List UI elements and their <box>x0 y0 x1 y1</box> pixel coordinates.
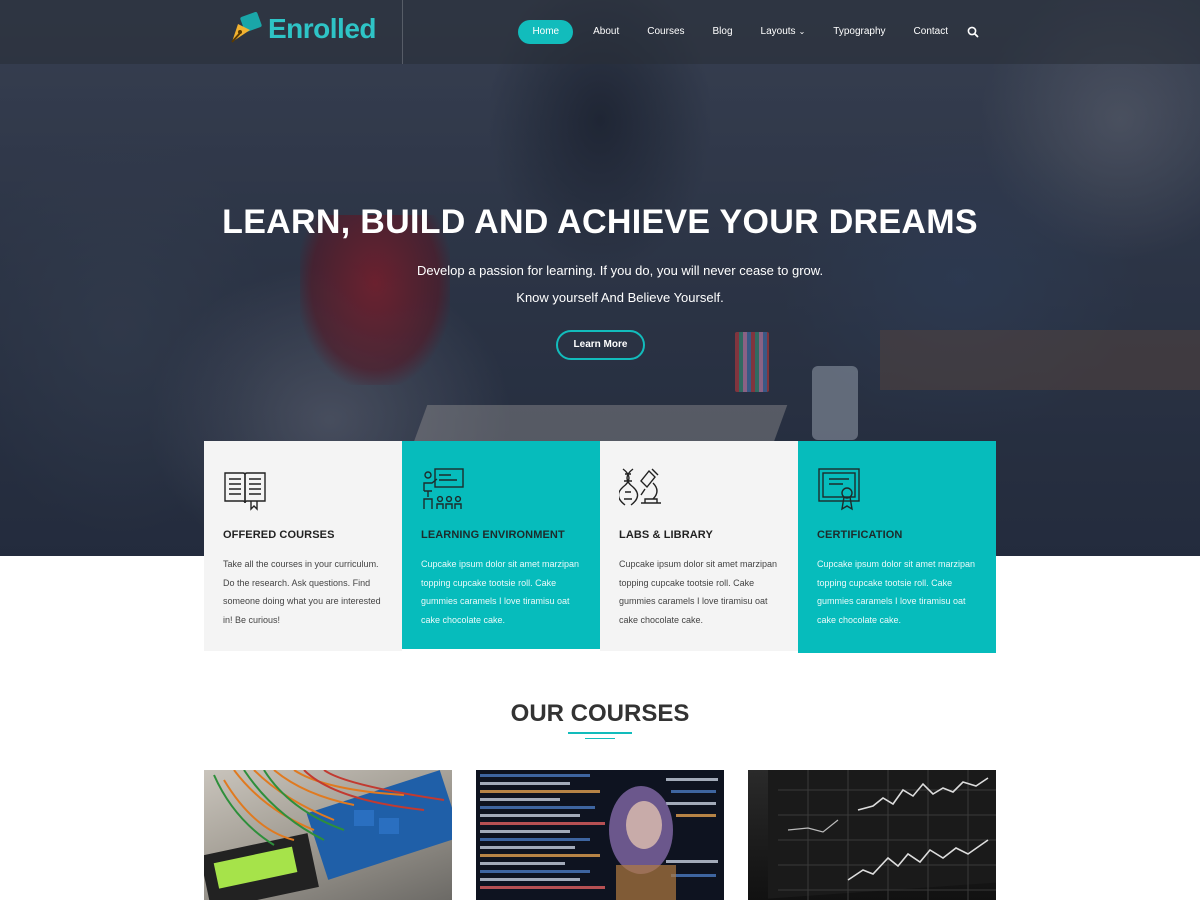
feature-text: Cupcake ipsum dolor sit amet marzipan to… <box>421 559 580 625</box>
feature-title: LABS & LIBRARY <box>619 529 713 541</box>
feature-title: CERTIFICATION <box>817 529 903 541</box>
hero-subtitle: Develop a passion for learning. If you d… <box>416 263 824 278</box>
dna-microscope-icon <box>619 468 661 506</box>
title-underline <box>585 738 615 739</box>
feature-text: Take all the courses in your curriculum.… <box>223 559 381 625</box>
course-card-electronics[interactable] <box>204 770 452 900</box>
search-icon[interactable] <box>966 25 980 39</box>
nav-item-home[interactable]: Home <box>518 20 574 44</box>
feature-card: LEARNING ENVIRONMENT Cupcake ipsum dolor… <box>402 441 600 649</box>
feature-text: Cupcake ipsum dolor sit amet marzipan to… <box>817 559 976 625</box>
course-card-finance[interactable] <box>748 770 996 900</box>
header-divider <box>402 0 403 64</box>
course-card-ai[interactable] <box>476 770 724 900</box>
chevron-down-icon: ⌄ <box>798 27 806 36</box>
hero-title: LEARN, BUILD AND ACHIEVE YOUR DREAMS <box>222 203 978 241</box>
main-nav: Home About Courses Blog Layouts ⌄ Typogra… <box>518 20 980 44</box>
classroom-icon <box>423 468 464 509</box>
feature-title: OFFERED COURSES <box>223 529 335 541</box>
feature-text: Cupcake ipsum dolor sit amet marzipan to… <box>619 559 778 625</box>
nav-item-about[interactable]: About <box>579 20 633 44</box>
hero-subtitle: Know yourself And Believe Yourself. <box>516 290 724 305</box>
learn-more-button[interactable]: Learn More <box>556 330 645 360</box>
nav-item-layouts-label: Layouts <box>760 26 796 37</box>
nav-item-blog[interactable]: Blog <box>699 20 747 44</box>
nav-item-layouts[interactable]: Layouts ⌄ <box>747 20 820 44</box>
course-image-ai <box>480 774 718 900</box>
course-image-finance <box>768 770 996 900</box>
feature-card: OFFERED COURSES Take all the courses in … <box>204 441 402 651</box>
feature-card: LABS & LIBRARY Cupcake ipsum dolor sit a… <box>600 441 798 651</box>
site-logo[interactable]: Enrolled <box>228 12 377 46</box>
feature-card: CERTIFICATION Cupcake ipsum dolor sit am… <box>798 441 996 653</box>
nav-item-courses[interactable]: Courses <box>633 20 698 44</box>
section-title: OUR COURSES <box>510 700 690 727</box>
feature-cards: OFFERED COURSES Take all the courses in … <box>204 441 996 653</box>
title-underline <box>568 732 632 734</box>
feature-title: LEARNING ENVIRONMENT <box>421 529 565 541</box>
logo-text: Enrolled <box>268 13 377 44</box>
pen-nib-logo-icon <box>231 12 262 43</box>
site-header: Enrolled Home About Courses Blog Layouts… <box>0 0 1200 64</box>
course-image-electronics <box>204 770 452 900</box>
nav-item-typography[interactable]: Typography <box>819 20 899 44</box>
book-icon <box>224 472 266 511</box>
nav-item-contact[interactable]: Contact <box>900 20 962 44</box>
certificate-icon <box>818 468 860 511</box>
